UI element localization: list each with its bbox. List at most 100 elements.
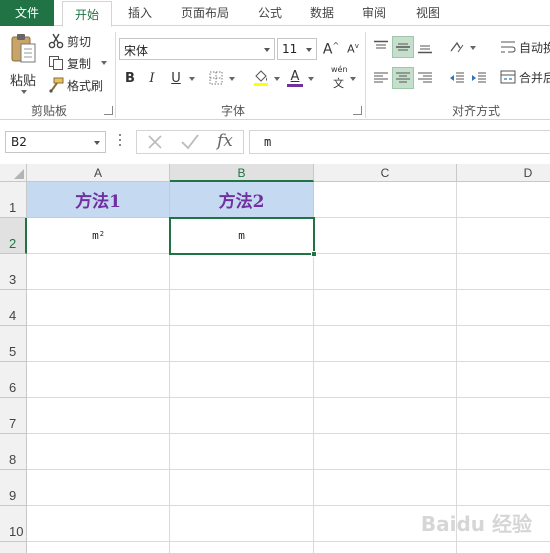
fill-color-button[interactable]	[250, 67, 272, 89]
tab-view[interactable]: 视图	[408, 0, 448, 26]
tab-file[interactable]: 文件	[0, 0, 54, 26]
cell-c1[interactable]	[314, 182, 457, 218]
bold-button[interactable]: B	[119, 67, 141, 89]
cell-a9[interactable]	[27, 470, 170, 506]
cell-d3[interactable]	[457, 254, 550, 290]
cell-d1[interactable]	[457, 182, 550, 218]
chevron-down-icon[interactable]	[308, 77, 314, 81]
cell-c5[interactable]	[314, 326, 457, 362]
cell-b3[interactable]	[170, 254, 314, 290]
copy-button[interactable]: 复制	[47, 54, 109, 72]
font-name-combo[interactable]: 宋体	[119, 38, 275, 60]
row-header-10[interactable]: 10	[0, 506, 27, 542]
font-size-combo[interactable]: 11	[277, 38, 317, 60]
font-color-button[interactable]: A	[284, 67, 306, 89]
align-center-button[interactable]	[392, 67, 414, 89]
cell-b4[interactable]	[170, 290, 314, 326]
underline-button[interactable]: U	[165, 67, 187, 89]
select-all-button[interactable]	[0, 164, 27, 182]
insert-function-icon[interactable]: fx	[217, 131, 233, 151]
row-header-6[interactable]: 6	[0, 362, 27, 398]
cell-c7[interactable]	[314, 398, 457, 434]
name-box[interactable]: B2	[5, 131, 106, 153]
italic-button[interactable]: I	[141, 67, 163, 89]
cell-b6[interactable]	[170, 362, 314, 398]
cell-c3[interactable]	[314, 254, 457, 290]
cell-b10[interactable]	[170, 506, 314, 542]
cell-b7[interactable]	[170, 398, 314, 434]
row-header-3[interactable]: 3	[0, 254, 27, 290]
cell-a1[interactable]: 方法1	[27, 182, 170, 218]
column-header-c[interactable]: C	[314, 164, 457, 182]
column-header-d[interactable]: D	[457, 164, 550, 182]
column-header-a[interactable]: A	[27, 164, 170, 182]
row-header-9[interactable]: 9	[0, 470, 27, 506]
chevron-down-icon[interactable]	[274, 77, 280, 81]
cell-a11[interactable]	[27, 542, 170, 553]
row-header-4[interactable]: 4	[0, 290, 27, 326]
orientation-button[interactable]	[446, 36, 468, 58]
enter-check-icon[interactable]	[180, 133, 200, 151]
format-painter-button[interactable]: 格式刷	[47, 76, 109, 94]
decrease-font-size-button[interactable]: Av	[342, 38, 364, 60]
wrap-text-button[interactable]: 自动换	[500, 38, 550, 58]
tab-home[interactable]: 开始	[62, 1, 112, 27]
row-header-2[interactable]: 2	[0, 218, 27, 254]
cell-d2[interactable]	[457, 218, 550, 254]
merge-center-button[interactable]: 合并后	[500, 68, 550, 88]
align-right-button[interactable]	[414, 67, 436, 89]
align-middle-button[interactable]	[392, 36, 414, 58]
cell-b5[interactable]	[170, 326, 314, 362]
fill-handle[interactable]	[311, 251, 317, 257]
row-header-11[interactable]	[0, 542, 27, 553]
chevron-down-icon[interactable]	[470, 46, 476, 50]
cell-b1[interactable]: 方法2	[170, 182, 314, 218]
cell-c9[interactable]	[314, 470, 457, 506]
cell-d4[interactable]	[457, 290, 550, 326]
cancel-icon[interactable]	[146, 133, 164, 151]
row-header-5[interactable]: 5	[0, 326, 27, 362]
cell-b11[interactable]	[170, 542, 314, 553]
phonetic-guide-button[interactable]: wén 文	[328, 65, 358, 90]
paste-button[interactable]: 粘贴	[6, 32, 42, 96]
cell-a6[interactable]	[27, 362, 170, 398]
tab-page-layout[interactable]: 页面布局	[172, 0, 238, 26]
cell-a7[interactable]	[27, 398, 170, 434]
increase-indent-button[interactable]	[468, 67, 490, 89]
chevron-down-icon[interactable]	[189, 77, 195, 81]
cut-button[interactable]: 剪切	[47, 32, 107, 50]
row-header-1[interactable]: 1	[0, 182, 27, 218]
row-header-8[interactable]: 8	[0, 434, 27, 470]
cell-d6[interactable]	[457, 362, 550, 398]
increase-font-size-button[interactable]: A^	[320, 38, 342, 60]
tab-formulas[interactable]: 公式	[250, 0, 290, 26]
cell-d8[interactable]	[457, 434, 550, 470]
align-top-button[interactable]	[370, 36, 392, 58]
row-header-7[interactable]: 7	[0, 398, 27, 434]
column-header-b[interactable]: B	[170, 164, 314, 182]
tab-data[interactable]: 数据	[302, 0, 342, 26]
align-bottom-button[interactable]	[414, 36, 436, 58]
cell-a3[interactable]	[27, 254, 170, 290]
cell-a2[interactable]: m2	[27, 218, 170, 254]
cell-a10[interactable]	[27, 506, 170, 542]
cell-a5[interactable]	[27, 326, 170, 362]
decrease-indent-button[interactable]	[446, 67, 468, 89]
cell-c11[interactable]	[314, 542, 457, 553]
tab-insert[interactable]: 插入	[118, 0, 162, 26]
formula-input[interactable]: m	[249, 130, 550, 154]
cell-b8[interactable]	[170, 434, 314, 470]
cell-d7[interactable]	[457, 398, 550, 434]
clipboard-dialog-launcher[interactable]	[104, 106, 113, 115]
cell-d11[interactable]	[457, 542, 550, 553]
cell-c8[interactable]	[314, 434, 457, 470]
align-left-button[interactable]	[370, 67, 392, 89]
cell-c4[interactable]	[314, 290, 457, 326]
borders-button[interactable]	[205, 67, 227, 89]
formula-bar-grip[interactable]	[119, 134, 121, 148]
cell-a8[interactable]	[27, 434, 170, 470]
cell-c6[interactable]	[314, 362, 457, 398]
tab-review[interactable]: 审阅	[354, 0, 394, 26]
cell-d9[interactable]	[457, 470, 550, 506]
cell-d5[interactable]	[457, 326, 550, 362]
